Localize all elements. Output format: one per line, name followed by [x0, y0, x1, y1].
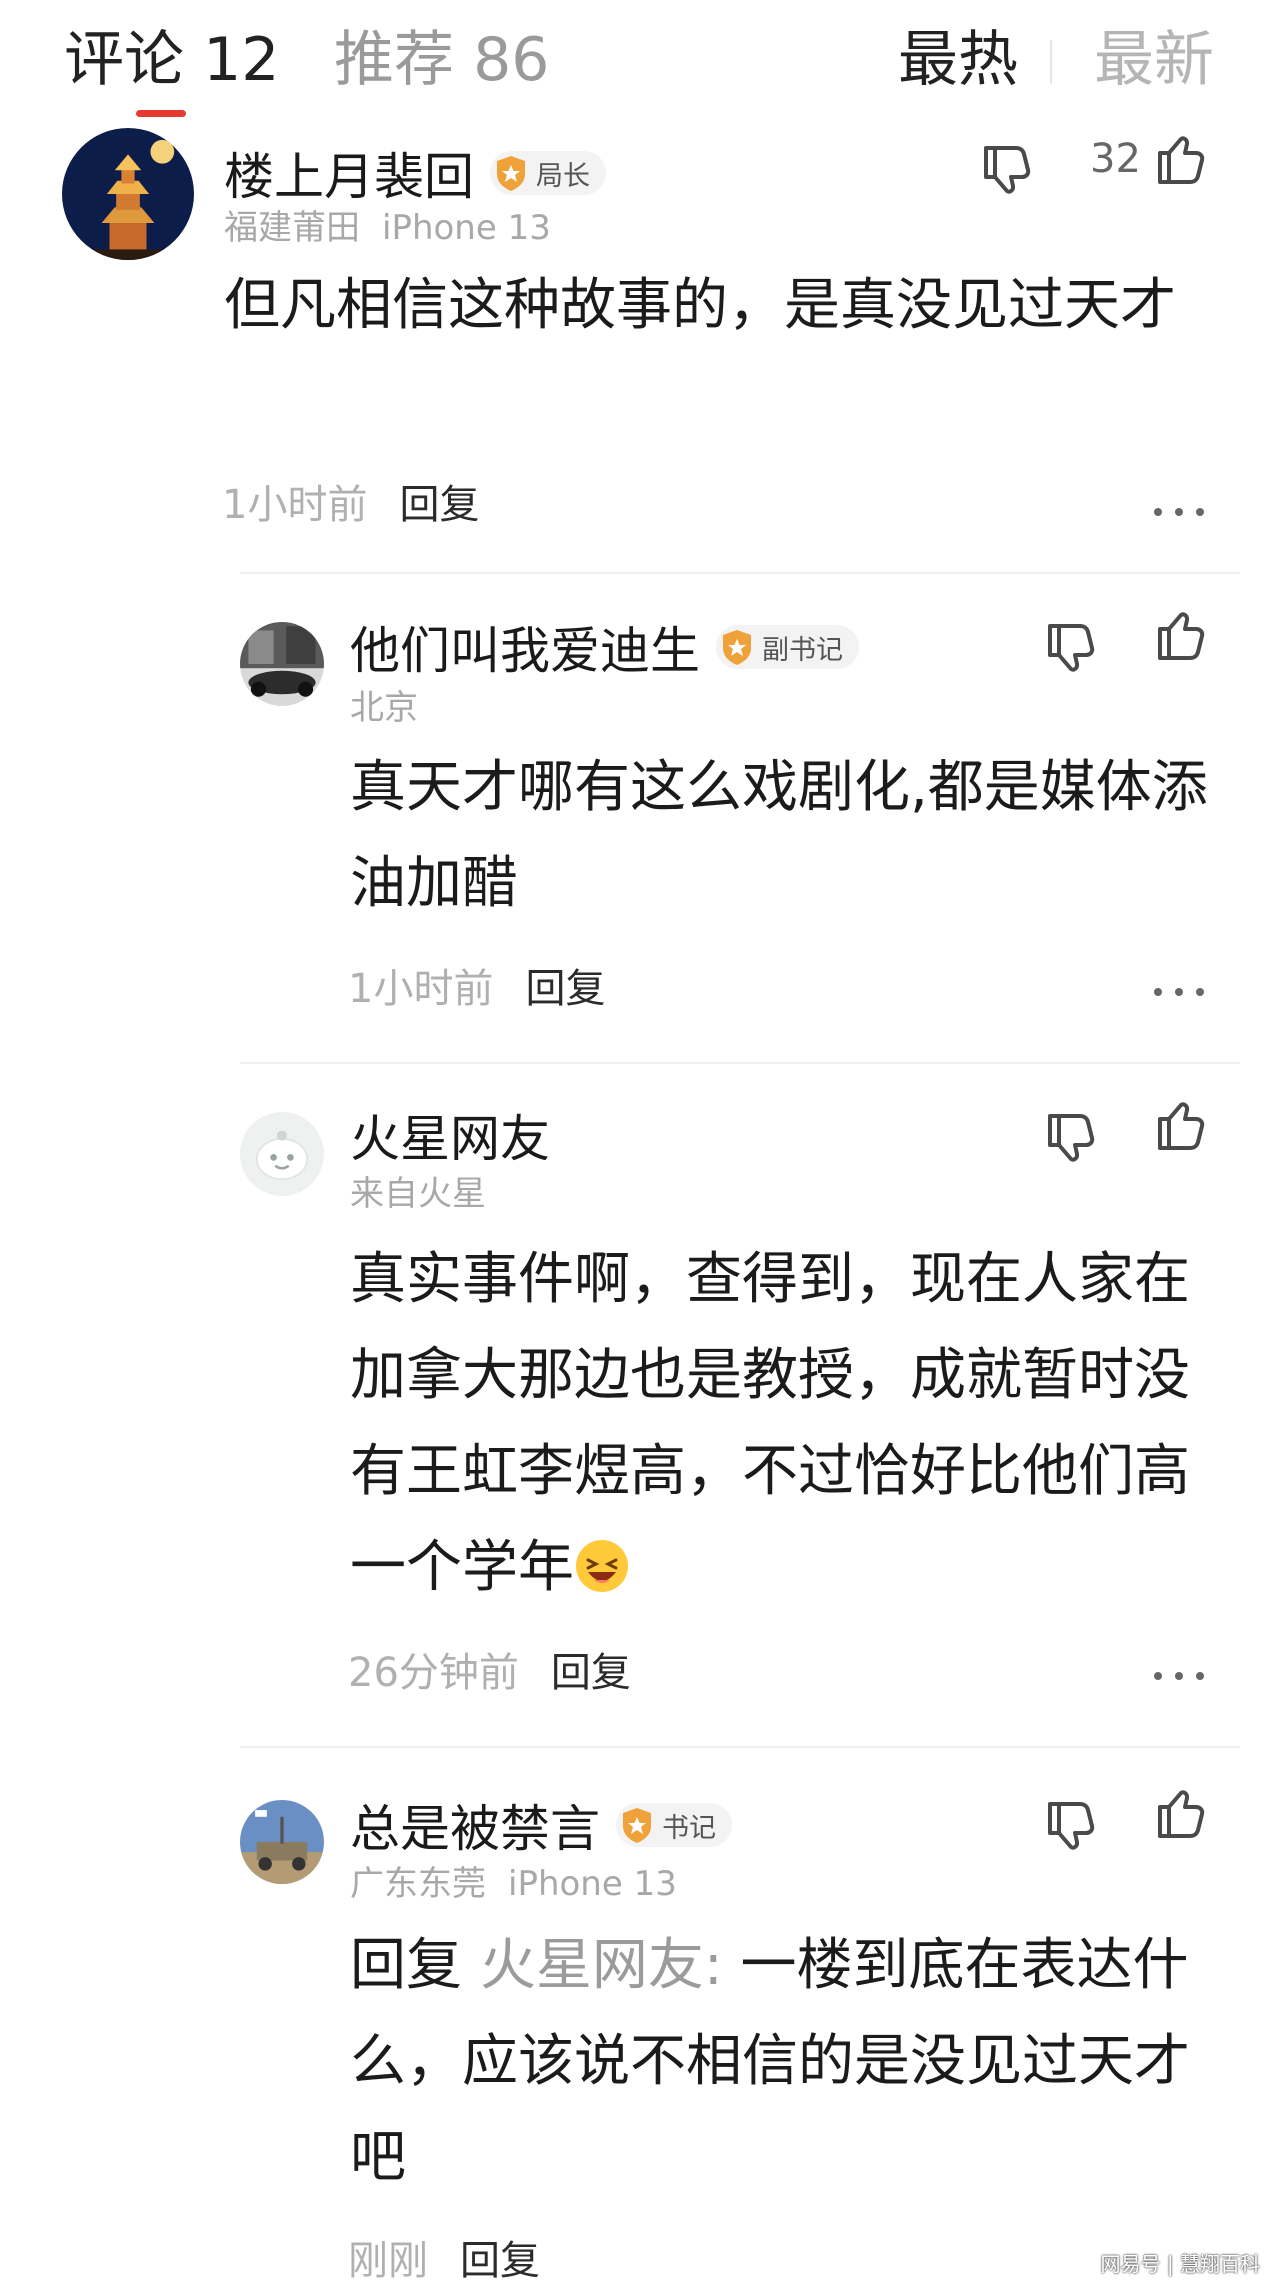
comment-time: 刚刚: [348, 2238, 428, 2284]
badge-label: 局长: [536, 160, 590, 192]
thumbs-up-icon: [1158, 612, 1205, 660]
device: iPhone 13: [508, 1864, 677, 1904]
like-button[interactable]: [1154, 1788, 1210, 1844]
avatar[interactable]: [240, 1800, 324, 1884]
location: 来自火星: [350, 1174, 486, 1214]
more-icon: [1154, 1672, 1162, 1680]
reply-button[interactable]: 回复: [460, 2238, 540, 2284]
device: iPhone 13: [382, 208, 551, 248]
tab-recommend[interactable]: 推荐 86: [334, 22, 549, 98]
username[interactable]: 总是被禁言: [350, 1789, 600, 1861]
more-dot: [1175, 988, 1183, 996]
location: 北京: [350, 688, 418, 728]
badge-shield-icon: [497, 156, 525, 191]
comment-footer: 刚刚 回复: [348, 2228, 540, 2286]
comment-text-wrap: 回复 火星网友: 一楼到底在表达什么，应该说不相信的是没见过天才吧: [350, 1918, 1210, 2206]
sort-hot[interactable]: 最热: [898, 22, 1018, 98]
thumbs-down-icon: [1048, 1802, 1095, 1850]
location: 广东东莞: [350, 1864, 486, 1904]
more-dot: [1175, 508, 1183, 516]
comment-text: 真天才哪有这么戏剧化,都是媒体添油加醋: [350, 755, 1208, 916]
comment-text-wrap: 真实事件啊，查得到，现在人家在加拿大那边也是教授，成就暂时没有王虹李煜高，不过恰…: [350, 1232, 1210, 1616]
comment-footer: 26分钟前 回复: [348, 1640, 631, 1698]
location: 福建莆田: [224, 208, 360, 248]
watermark: 网易号 | 慧翔百科: [1100, 2252, 1260, 2276]
avatar-tower-image: [62, 128, 194, 260]
thumbs-down-icon: [1048, 1114, 1095, 1162]
reply-button[interactable]: 回复: [551, 1650, 631, 1696]
username[interactable]: 他们叫我爱迪生: [350, 611, 700, 683]
reply-button[interactable]: 回复: [525, 966, 605, 1012]
like-button[interactable]: [1154, 610, 1210, 666]
badge-label: 副书记: [762, 634, 843, 666]
comment-tabs: 评论 12 推荐 86 最热 最新: [0, 0, 1280, 130]
avatar[interactable]: [62, 128, 194, 260]
comment-footer: 1小时前 回复: [222, 472, 479, 530]
divider: [240, 1062, 1240, 1064]
comment-text: 但凡相信这种故事的，是真没见过天才: [224, 273, 1176, 338]
laughing-emoji-icon: [576, 1540, 628, 1592]
reply-mention[interactable]: 火星网友:: [480, 1933, 723, 1998]
avatar-default-image: [240, 1112, 324, 1196]
thumbs-down-icon: [1048, 624, 1095, 672]
sort-latest[interactable]: 最新: [1094, 22, 1214, 98]
thumbs-up-icon: [1158, 136, 1205, 184]
more-icon: [1154, 988, 1162, 996]
badge-shield-icon: [623, 1808, 651, 1843]
username[interactable]: 楼上月裴回: [224, 137, 474, 209]
like-button[interactable]: [1154, 1100, 1210, 1156]
comment-meta-origin: 福建莆田 iPhone 13: [224, 200, 551, 249]
more-button[interactable]: [1154, 504, 1204, 520]
thumbs-up-icon: [1158, 1102, 1205, 1150]
rank-badge: 局长: [490, 151, 606, 195]
more-button[interactable]: [1154, 1668, 1204, 1684]
sort-divider: [1050, 40, 1052, 84]
dislike-button[interactable]: [1044, 1108, 1100, 1164]
dislike-button[interactable]: [1044, 1796, 1100, 1852]
comment-time: 1小时前: [222, 482, 368, 528]
comment-meta-origin: 北京: [350, 680, 418, 729]
avatar-photo-image: [240, 622, 324, 706]
comment-meta-origin: 来自火星: [350, 1166, 486, 1215]
dislike-button[interactable]: [1044, 618, 1100, 674]
rank-badge: 副书记: [716, 625, 859, 669]
divider: [240, 572, 1240, 574]
thumbs-up-icon: [1158, 1790, 1205, 1838]
username[interactable]: 火星网友: [350, 1099, 550, 1171]
thumbs-down-icon: [984, 146, 1031, 194]
like-count: 32: [1090, 136, 1141, 182]
dislike-button[interactable]: [980, 140, 1036, 196]
avatar-vehicle-image: [240, 1800, 324, 1884]
comment-footer: 1小时前 回复: [348, 956, 605, 1014]
more-dot: [1196, 1672, 1204, 1680]
more-dot: [1175, 1672, 1183, 1680]
avatar[interactable]: [240, 622, 324, 706]
reply-prefix: 回复: [350, 1933, 480, 1998]
badge-shield-icon: [723, 630, 751, 665]
reply-button[interactable]: 回复: [399, 482, 479, 528]
badge-label: 书记: [662, 1812, 716, 1844]
more-dot: [1196, 508, 1204, 516]
more-icon: [1154, 508, 1162, 516]
comment-time: 26分钟前: [348, 1650, 519, 1696]
comment-meta-origin: 广东东莞 iPhone 13: [350, 1856, 677, 1905]
divider: [240, 1746, 1240, 1748]
avatar[interactable]: [240, 1112, 324, 1196]
comment-time: 1小时前: [348, 966, 494, 1012]
more-button[interactable]: [1154, 984, 1204, 1000]
more-dot: [1196, 988, 1204, 996]
active-tab-indicator: [136, 110, 186, 117]
rank-badge: 书记: [616, 1803, 732, 1847]
like-button[interactable]: [1154, 134, 1210, 190]
comment-text: 真实事件啊，查得到，现在人家在加拿大那边也是教授，成就暂时没有王虹李煜高，不过恰…: [350, 1247, 1190, 1600]
tab-comments[interactable]: 评论 12: [64, 22, 279, 98]
